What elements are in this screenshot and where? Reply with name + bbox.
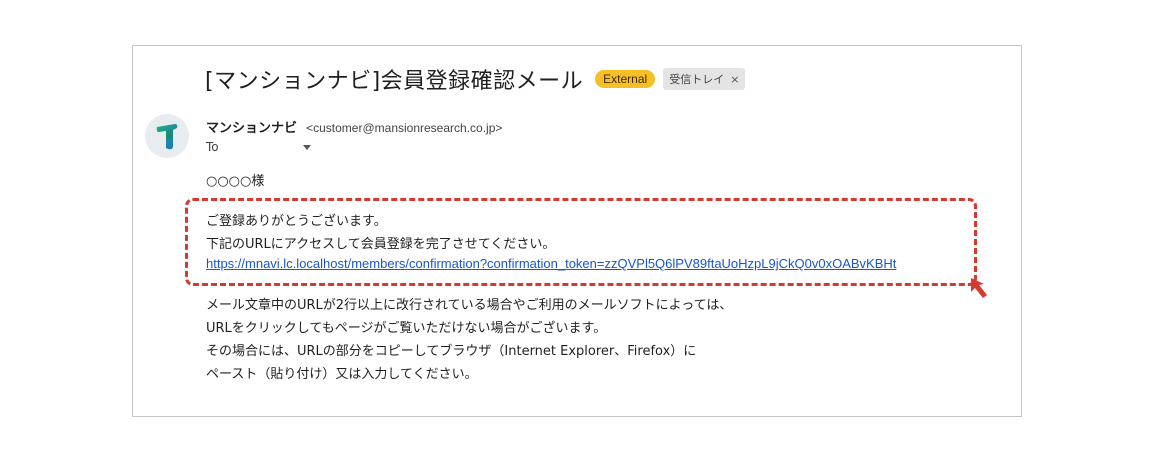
recipient-row[interactable]: To: [206, 140, 311, 154]
inbox-label[interactable]: 受信トレイ ×: [663, 68, 746, 90]
greeting: ○○○○様: [206, 174, 265, 189]
body-note-line-1: メール文章中のURLが2行以上に改行されている場合やご利用のメールソフトによって…: [206, 298, 733, 313]
confirmation-link[interactable]: https://mnavi.lc.localhost/members/confi…: [206, 256, 896, 271]
body-line-thanks: ご登録ありがとうございます。: [206, 214, 387, 229]
email-subject: [マンションナビ]会員登録確認メール: [205, 69, 584, 94]
sender-row: マンションナビ <customer@mansionresearch.co.jp>: [206, 117, 502, 136]
to-label: To: [206, 140, 219, 154]
sender-avatar[interactable]: [145, 114, 189, 158]
body-note-line-3: その場合には、URLの部分をコピーしてブラウザ（Internet Explore…: [206, 344, 697, 359]
body-note-line-2: URLをクリックしてもページがご覧いただけない場合がございます。: [206, 321, 607, 336]
inbox-label-text: 受信トレイ: [669, 73, 725, 86]
subject-row: [マンションナビ]会員登録確認メール External 受信トレイ ×: [205, 64, 746, 94]
email-view: [マンションナビ]会員登録確認メール External 受信トレイ × マンショ…: [132, 45, 1022, 417]
close-icon[interactable]: ×: [730, 73, 739, 86]
external-label: External: [595, 70, 656, 88]
sender-email: <customer@mansionresearch.co.jp>: [306, 121, 503, 135]
sender-name: マンションナビ: [206, 121, 298, 136]
mansion-navi-logo-icon: [156, 124, 178, 150]
caret-down-icon[interactable]: [302, 144, 311, 150]
pointer-arrow-icon: [971, 278, 987, 298]
body-line-instruction: 下記のURLにアクセスして会員登録を完了させてください。: [206, 237, 556, 252]
body-note-line-4: ペースト（貼り付け）又は入力してください。: [206, 367, 478, 382]
